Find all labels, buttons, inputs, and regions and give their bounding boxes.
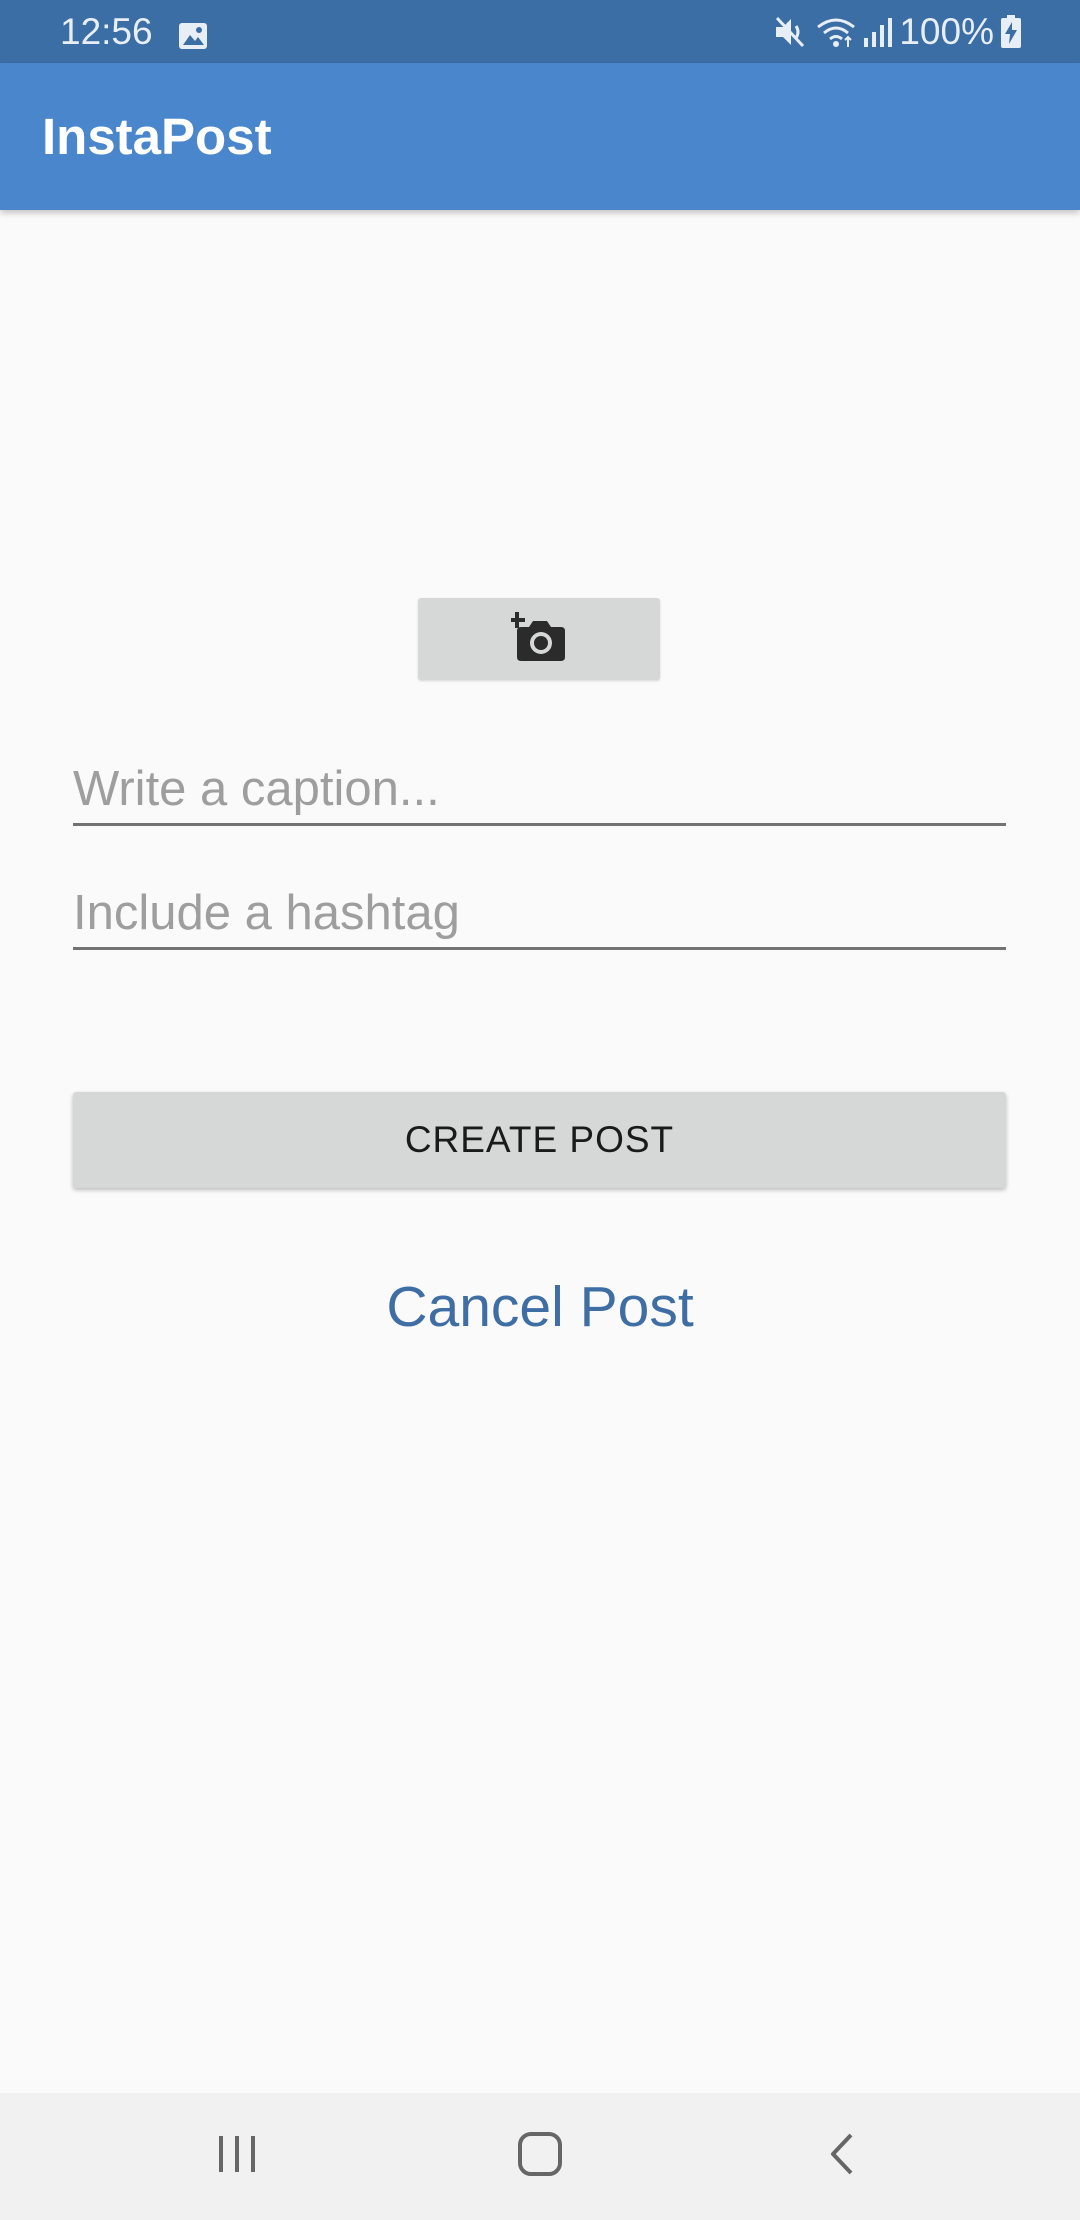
back-button[interactable]: [782, 2093, 902, 2220]
recent-apps-icon: [216, 2134, 258, 2179]
add-photo-camera-icon: [509, 611, 567, 668]
gallery-icon: [178, 17, 208, 59]
signal-icon: [863, 16, 893, 48]
add-photo-button[interactable]: [418, 598, 660, 680]
battery-percent: 100%: [899, 11, 994, 52]
create-post-button[interactable]: CREATE POST: [73, 1092, 1006, 1188]
home-button[interactable]: [480, 2093, 600, 2220]
recent-apps-button[interactable]: [177, 2093, 297, 2220]
cancel-post-link[interactable]: Cancel Post: [0, 1270, 1080, 1344]
caption-input[interactable]: [73, 754, 1006, 826]
hashtag-input[interactable]: [73, 878, 1006, 950]
back-icon: [827, 2131, 857, 2182]
mute-icon: [773, 15, 809, 49]
app-title: InstaPost: [42, 108, 272, 165]
navigation-bar: [0, 2093, 1080, 2220]
status-indicators: 100%: [773, 10, 1022, 54]
wifi-icon: [815, 15, 857, 49]
battery-charging-icon: [1000, 15, 1022, 49]
status-bar: 12:56 100%: [0, 0, 1080, 63]
app-bar: InstaPost: [0, 63, 1080, 210]
status-time: 12:56: [60, 11, 153, 52]
home-icon: [517, 2131, 563, 2182]
